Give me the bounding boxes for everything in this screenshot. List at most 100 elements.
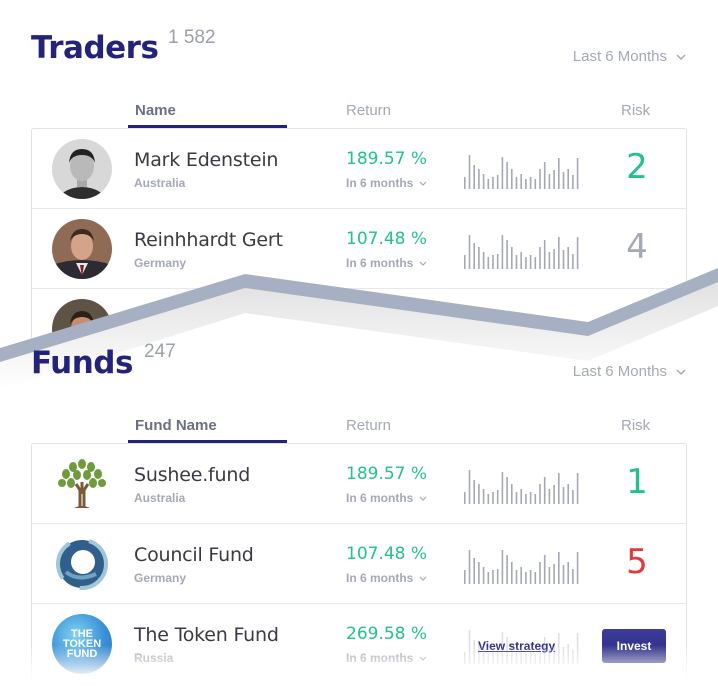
sparkline-bar [473, 558, 475, 584]
sparkline-bar [567, 562, 569, 584]
sparkline-bar [511, 484, 513, 504]
sparkline-bar [482, 489, 485, 504]
sparkline-bar [501, 550, 504, 584]
fund-country: Germany [134, 571, 187, 585]
return-period-label: In 6 months [346, 651, 414, 665]
fund-return: 269.58 % [346, 624, 428, 644]
sparkline-bar [553, 485, 555, 504]
sparkline-bar [576, 633, 579, 664]
chevron-down-icon [419, 496, 427, 501]
sparkline-bar [572, 490, 574, 504]
sparkline-bar [529, 652, 532, 664]
sparkline-bar [558, 473, 560, 504]
sparkline-bar [478, 562, 480, 584]
return-period-dropdown[interactable]: In 6 months [346, 571, 427, 585]
sparkline-bar [496, 569, 499, 584]
sparkline-bar [492, 652, 494, 664]
fund-name[interactable]: Sushee.fund [134, 464, 250, 486]
sparkline-bar [501, 472, 504, 504]
sparkline-bar [464, 570, 466, 584]
risk-score: 1 [626, 462, 648, 502]
sparkline-bar [525, 654, 527, 664]
sparkline-bar [478, 484, 480, 504]
sparkline-bar [492, 570, 494, 584]
return-period-label: In 6 months [346, 491, 414, 505]
sparkline-bar [562, 565, 565, 584]
risk-score: 5 [626, 542, 648, 582]
sparkline-bar [548, 567, 551, 584]
sparkline-bar [468, 630, 471, 664]
sparkline-bar [468, 550, 471, 584]
sparkline-bar [515, 570, 518, 584]
sparkline-bar [464, 652, 466, 664]
tree-logo [52, 454, 112, 514]
fund-name[interactable]: The Token Fund [134, 624, 279, 646]
swirl-logo [52, 534, 112, 594]
fund-row[interactable]: THE TOKEN FUND The Token Fund Russia 269… [32, 604, 686, 684]
fund-return: 189.57 % [346, 464, 428, 484]
sparkline-bar [496, 490, 499, 504]
funds-section: Funds 247 Last 6 Months Fund Name Return… [0, 315, 718, 691]
sparkline-bar [487, 494, 490, 504]
sparkline-bar [548, 489, 551, 504]
sparkline-bar [520, 489, 522, 504]
sparkline-bar [562, 487, 565, 504]
sparkline-bar [473, 640, 475, 664]
sparkline-bar [562, 647, 565, 664]
sparkline-bar [529, 492, 532, 504]
sparkline-bar [506, 477, 508, 504]
sparkline-bar [558, 633, 560, 664]
sparkline-bar [539, 562, 541, 584]
fund-row[interactable]: Council Fund Germany 107.48 % In 6 month… [32, 524, 686, 604]
fund-row[interactable]: Sushee.fund Australia 189.57 % In 6 mont… [32, 444, 686, 524]
sparkline-bar [576, 473, 579, 504]
sparkline-bar [506, 555, 508, 584]
sparkline-bar [539, 484, 541, 504]
sparkline-bar [515, 652, 518, 664]
token-fund-logo: THE TOKEN FUND [52, 614, 112, 674]
fund-name[interactable]: Council Fund [134, 544, 254, 566]
sparkline-bar [534, 494, 537, 504]
chevron-down-icon [419, 656, 427, 661]
column-header-fund-name[interactable]: Fund Name [135, 417, 217, 434]
sparkline-bar [572, 650, 574, 664]
sparkline-bar [534, 654, 537, 664]
sparkline-bar [543, 477, 546, 504]
sparkline-bar [529, 570, 532, 584]
sparkline-bar [534, 572, 537, 584]
sparkline-bar [567, 644, 569, 664]
invest-button[interactable]: Invest [602, 629, 666, 663]
chevron-down-icon [676, 369, 686, 375]
sparkline-bar [492, 492, 494, 504]
sparkline-bar [464, 492, 466, 504]
sparkline-bar [558, 552, 560, 584]
return-period-dropdown[interactable]: In 6 months [346, 651, 427, 665]
logo-text-line: FUND [66, 648, 98, 660]
return-sparkline [464, 470, 579, 504]
sparkline-bar [511, 562, 513, 584]
funds-title: Funds [31, 345, 133, 381]
funds-period-dropdown[interactable]: Last 6 Months [573, 363, 686, 380]
sparkline-bar [576, 552, 579, 584]
sparkline-bar [482, 567, 485, 584]
sparkline-bar [468, 470, 471, 504]
sparkline-bar [515, 492, 518, 504]
sparkline-bar [525, 494, 527, 504]
return-sparkline [464, 550, 579, 584]
fund-return: 107.48 % [346, 544, 428, 564]
column-header-risk[interactable]: Risk [621, 417, 650, 434]
return-period-dropdown[interactable]: In 6 months [346, 491, 427, 505]
funds-card: Sushee.fund Australia 189.57 % In 6 mont… [31, 443, 687, 691]
sparkline-bar [520, 567, 522, 584]
sparkline-bar [525, 572, 527, 584]
sparkline-bar [567, 484, 569, 504]
return-period-label: In 6 months [346, 571, 414, 585]
sparkline-bar [572, 569, 574, 584]
column-header-return[interactable]: Return [346, 417, 391, 434]
funds-count: 247 [144, 341, 176, 362]
sparkline-bar [473, 480, 475, 504]
sparkline-bar [543, 555, 546, 584]
fund-country: Australia [134, 491, 186, 505]
fund-country: Russia [134, 651, 174, 665]
view-strategy-link[interactable]: View strategy [478, 639, 555, 653]
